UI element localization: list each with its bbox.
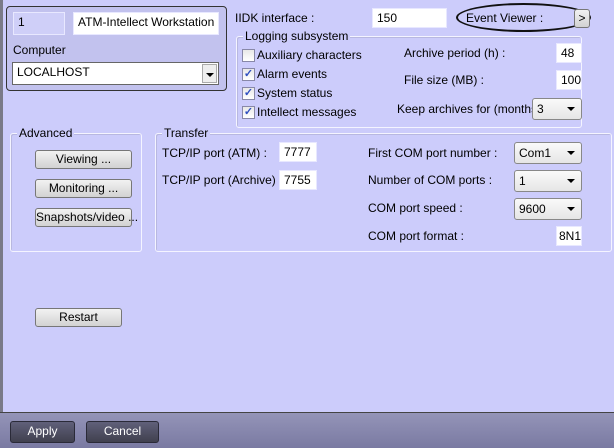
tcp-archive-field[interactable]: 7755 [279,170,317,190]
num-com-select[interactable]: 1 [514,170,582,192]
com-speed-select[interactable]: 9600 [514,198,582,220]
checkbox-system-label: System status [257,86,333,100]
chevron-down-icon [567,207,575,211]
transfer-title: Transfer [162,126,211,140]
window-left-border [0,0,3,413]
archive-period-field[interactable]: 48 [556,43,582,63]
chevron-down-icon [567,179,575,183]
checkbox-intellect-label: Intellect messages [257,105,357,119]
computer-select[interactable]: LOCALHOST [12,62,219,85]
object-name-field[interactable]: ATM-Intellect Workstation 1 [73,12,219,35]
first-com-label: First COM port number : [368,146,498,160]
object-id-field[interactable]: 1 [13,12,65,35]
event-viewer-label: Event Viewer : [466,11,544,25]
tcp-atm-field[interactable]: 7777 [279,142,317,162]
chevron-down-icon [567,151,575,155]
checkbox-intellect[interactable]: ✓ [242,106,255,119]
snapshots-video-button[interactable]: Snapshots/video ... [35,208,138,227]
first-com-value: Com1 [519,146,552,160]
cancel-button[interactable]: Cancel [86,421,159,443]
object-panel: 1 ATM-Intellect Workstation 1 Computer L… [6,6,227,91]
file-size-label: File size (MB) : [404,73,485,87]
com-format-field[interactable]: 8N1 [556,226,582,246]
first-com-select[interactable]: Com1 [514,142,582,164]
num-com-value: 1 [519,174,526,188]
checkbox-alarm-label: Alarm events [257,67,328,81]
chevron-down-icon [567,107,575,111]
iidk-field[interactable]: 150 [372,8,447,28]
tcp-archive-label: TCP/IP port (Archive) : [162,173,283,187]
computer-value: LOCALHOST [17,65,90,79]
keep-archives-select[interactable]: 3 [532,98,582,120]
keep-archives-label: Keep archives for (months) : [397,102,548,116]
monitoring-button[interactable]: Monitoring ... [35,179,132,198]
iidk-label: IIDK interface : [235,11,315,25]
checkbox-system[interactable]: ✓ [242,87,255,100]
keep-archives-value: 3 [537,102,544,116]
com-speed-value: 9600 [519,202,546,216]
com-speed-label: COM port speed : [368,201,463,215]
logging-title: Logging subsystem [243,29,351,43]
file-size-field[interactable]: 100 [556,70,582,90]
advanced-title: Advanced [17,126,75,140]
tcp-atm-label: TCP/IP port (ATM) : [162,146,267,160]
footer-bar: Apply Cancel [0,412,614,448]
checkbox-auxiliary-label: Auxiliary characters [257,48,362,62]
com-format-label: COM port format : [368,229,465,243]
num-com-label: Number of COM ports : [368,173,493,187]
computer-label: Computer [13,43,66,57]
archive-period-label: Archive period (h) : [404,46,506,60]
restart-button[interactable]: Restart [35,308,122,327]
event-viewer-button[interactable]: > [574,9,590,28]
checkbox-alarm[interactable]: ✓ [242,68,255,81]
apply-button[interactable]: Apply [10,421,75,443]
chevron-down-icon[interactable] [202,64,217,83]
checkbox-auxiliary[interactable] [242,49,255,62]
viewing-button[interactable]: Viewing ... [35,150,132,169]
